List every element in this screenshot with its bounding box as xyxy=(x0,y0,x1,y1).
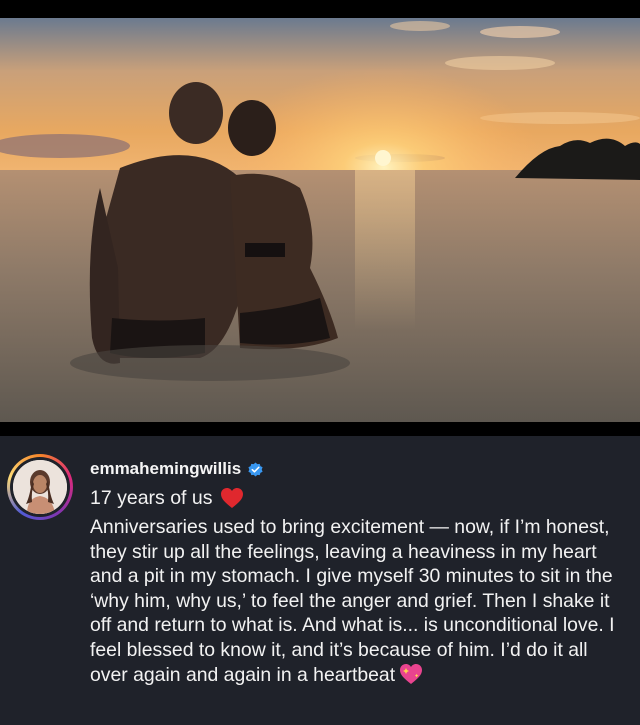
avatar-portrait-icon xyxy=(13,460,67,514)
avatar xyxy=(13,460,67,514)
sparkling-heart-icon xyxy=(399,663,423,685)
profile-avatar-story-ring[interactable] xyxy=(7,454,73,520)
username-row: emmahemingwillis xyxy=(90,458,620,480)
instagram-post-screenshot: emmahemingwillis 17 years of us Annivers… xyxy=(0,0,640,725)
headline-row: 17 years of us xyxy=(90,485,620,511)
verified-badge-icon xyxy=(247,461,264,478)
post-caption: emmahemingwillis 17 years of us Annivers… xyxy=(0,436,640,725)
post-photo[interactable] xyxy=(0,18,640,422)
caption-headline: 17 years of us xyxy=(90,486,213,509)
caption-body-text: Anniversaries used to bring excitement —… xyxy=(90,516,615,686)
red-heart-icon xyxy=(220,487,244,509)
caption-body: Anniversaries used to bring excitement —… xyxy=(90,515,620,687)
sunset-beach-couple-photo xyxy=(0,18,640,422)
username-link[interactable]: emmahemingwillis xyxy=(90,459,241,479)
top-black-bar xyxy=(0,0,640,18)
photo-bottom-bar xyxy=(0,422,640,436)
caption-text-block: emmahemingwillis 17 years of us Annivers… xyxy=(90,458,620,687)
